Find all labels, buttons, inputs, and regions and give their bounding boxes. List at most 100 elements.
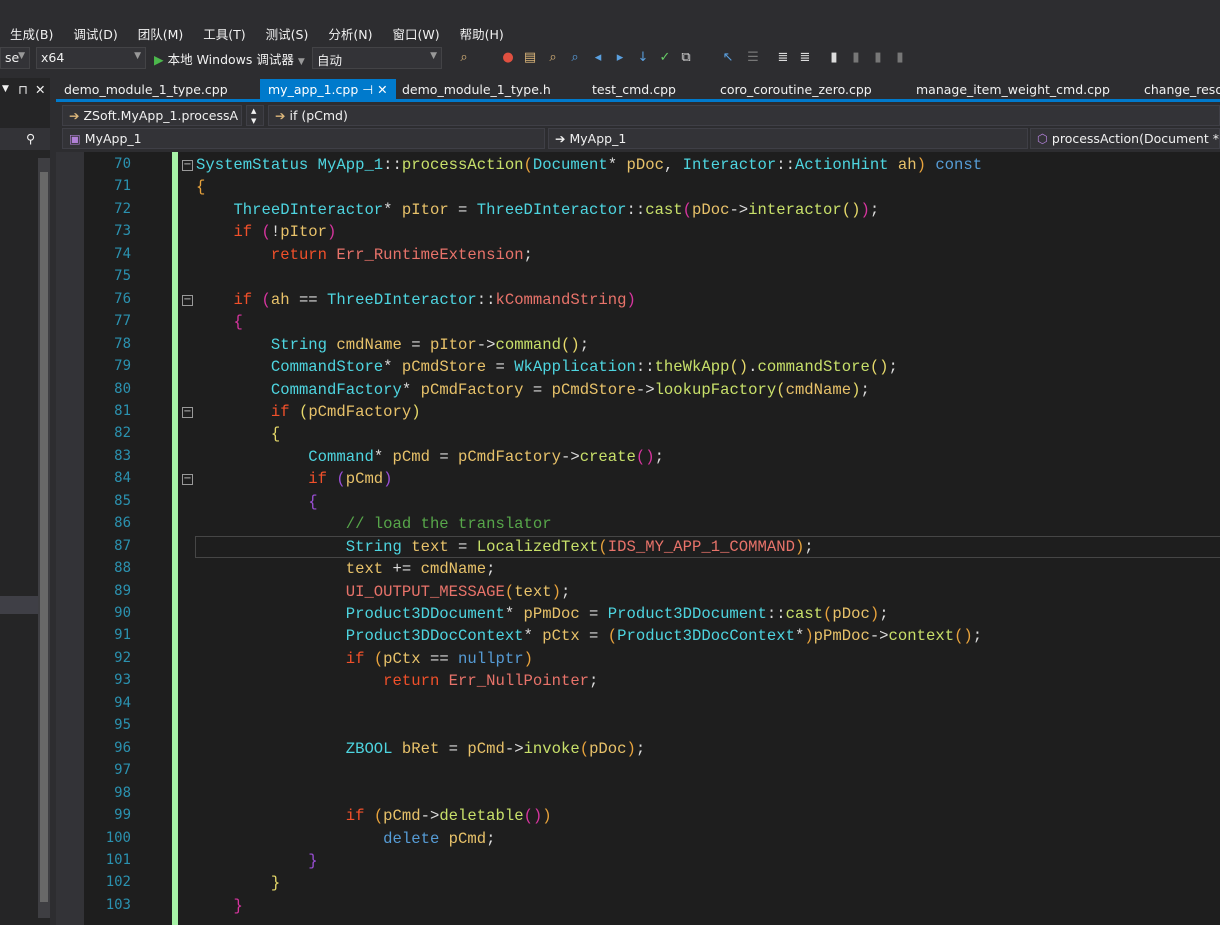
- class-dropdown[interactable]: ➔ MyApp_1: [548, 128, 1028, 149]
- code-token: (): [635, 447, 655, 466]
- spell-check-icon[interactable]: ✓: [657, 50, 673, 66]
- menu-bar: 生成(B) 调试(D) 团队(M) 工具(T) 测试(S) 分析(N) 窗口(W) 帮助(H): [0, 20, 514, 46]
- code-token: ): [383, 470, 393, 489]
- collapse-icon[interactable]: −: [182, 406, 193, 418]
- code-editor[interactable]: 70− SystemStatus MyApp_1::processAction(D…: [56, 152, 1220, 925]
- collapse-icon[interactable]: −: [182, 474, 193, 486]
- comment-icon[interactable]: ≣: [797, 50, 813, 66]
- line-number: 90: [114, 605, 131, 621]
- select-icon[interactable]: ↖: [720, 50, 736, 66]
- step-back-icon[interactable]: ◂: [590, 50, 606, 66]
- next-bookmark-icon[interactable]: ▮: [870, 50, 886, 66]
- code-token: if: [233, 290, 253, 309]
- code-token: ;: [486, 560, 496, 579]
- code-token: (): [841, 200, 861, 219]
- find-in-files-icon[interactable]: ⌕: [456, 50, 472, 66]
- code-token: pCtx: [383, 649, 421, 668]
- menu-item[interactable]: 调试(D): [63, 20, 127, 46]
- code-token: // load the translator: [345, 515, 552, 534]
- tab-file[interactable]: demo_module_1_type.cpp: [56, 79, 236, 101]
- menu-item[interactable]: 团队(M): [128, 20, 194, 46]
- scope-dropdown[interactable]: ➔ ZSoft.MyApp_1.processA: [62, 105, 242, 126]
- menu-item[interactable]: 测试(S): [256, 20, 319, 46]
- configuration-value: se: [5, 50, 20, 65]
- tab-file[interactable]: coro_coroutine_zero.cpp: [712, 79, 880, 101]
- tab-active[interactable]: my_app_1.cpp ⊣ ✕: [260, 79, 396, 101]
- code-token: =: [401, 335, 430, 354]
- code-token: pItor: [429, 335, 477, 354]
- code-token: (: [336, 470, 346, 489]
- menu-item[interactable]: 分析(N): [318, 20, 382, 46]
- clear-bookmarks-icon[interactable]: ▮: [892, 50, 908, 66]
- copy-icon[interactable]: ⧉: [678, 50, 694, 66]
- indent-icon[interactable]: ≣: [775, 50, 791, 66]
- menu-item[interactable]: 生成(B): [0, 20, 63, 46]
- folder-icon[interactable]: ▤: [522, 50, 538, 66]
- block-dropdown[interactable]: ➔ if (pCmd): [268, 105, 1220, 126]
- line-number: 78: [114, 335, 131, 352]
- project-dropdown[interactable]: ▣ MyApp_1: [62, 128, 545, 149]
- code-token: pDoc: [692, 200, 730, 219]
- code-line: text += cmdName;: [196, 558, 496, 580]
- code-token: processAction: [401, 156, 524, 174]
- close-icon[interactable]: ✕: [35, 82, 45, 97]
- code-token: pPmDoc: [523, 605, 580, 623]
- code-token: (: [261, 223, 271, 242]
- line-number: 97: [114, 762, 131, 779]
- code-token: ->: [476, 335, 496, 354]
- platform-dropdown[interactable]: x64 ▼: [36, 47, 146, 69]
- configuration-dropdown[interactable]: se ▼: [0, 47, 30, 69]
- code-line: {: [196, 423, 280, 445]
- line-number: 93: [114, 672, 131, 689]
- code-token: ;: [589, 672, 599, 691]
- code-token: Product3DDocContext: [617, 627, 795, 646]
- menu-item[interactable]: 窗口(W): [382, 20, 449, 46]
- menu-item[interactable]: 工具(T): [193, 20, 255, 46]
- code-token: CommandFactory: [270, 380, 402, 399]
- code-token: pCtx: [542, 627, 580, 646]
- bookmark-icon[interactable]: ▮: [826, 50, 842, 66]
- code-token: const: [935, 156, 983, 174]
- code-token: }: [270, 874, 281, 893]
- collapse-icon[interactable]: −: [182, 160, 193, 171]
- mode-dropdown[interactable]: 自动 ▼: [312, 47, 442, 69]
- search-icon[interactable]: ⌕: [567, 50, 583, 66]
- pin-icon[interactable]: ⊓: [18, 82, 28, 97]
- tab-file[interactable]: test_cmd.cpp: [584, 79, 684, 101]
- code-token: deletable: [439, 807, 524, 826]
- step-forward-icon[interactable]: ▸: [612, 50, 628, 66]
- menu-item[interactable]: 帮助(H): [450, 20, 514, 46]
- selected-item[interactable]: [0, 596, 38, 614]
- member-dropdown[interactable]: ⬡ processAction(Document * pD: [1030, 128, 1220, 149]
- pin-close-icon[interactable]: ⊣ ✕: [358, 82, 387, 97]
- tab-file[interactable]: demo_module_1_type.h: [394, 79, 559, 101]
- step-into-icon[interactable]: ↓: [635, 50, 651, 66]
- scope-stepper[interactable]: ▲ ▼: [246, 105, 264, 126]
- down-icon[interactable]: ▼: [251, 117, 256, 125]
- up-icon[interactable]: ▲: [251, 107, 256, 115]
- outdent-icon[interactable]: ☰: [745, 50, 761, 66]
- bug-icon[interactable]: ●: [500, 50, 516, 66]
- code-token: {: [233, 313, 243, 332]
- search-box[interactable]: ⚲: [0, 128, 50, 150]
- code-token: pCmdFactory: [458, 447, 561, 466]
- scrollbar[interactable]: [38, 158, 50, 918]
- code-token: pItor: [401, 200, 449, 219]
- line-number: 77: [114, 313, 131, 330]
- chevron-down-icon[interactable]: ▼: [2, 84, 9, 94]
- search-icon: ⚲: [26, 131, 36, 146]
- collapse-icon[interactable]: −: [182, 294, 193, 306]
- code-token: cast: [645, 200, 683, 219]
- start-debugging-button[interactable]: ▶ 本地 Windows 调试器 ▼: [154, 49, 305, 68]
- browse-icon[interactable]: ⌕: [545, 50, 561, 66]
- code-token: ): [626, 290, 636, 309]
- tab-file[interactable]: manage_item_weight_cmd.cpp: [908, 79, 1118, 101]
- prev-bookmark-icon[interactable]: ▮: [848, 50, 864, 66]
- tab-file[interactable]: change_resol: [1136, 79, 1220, 101]
- code-token: cmdName: [336, 335, 402, 354]
